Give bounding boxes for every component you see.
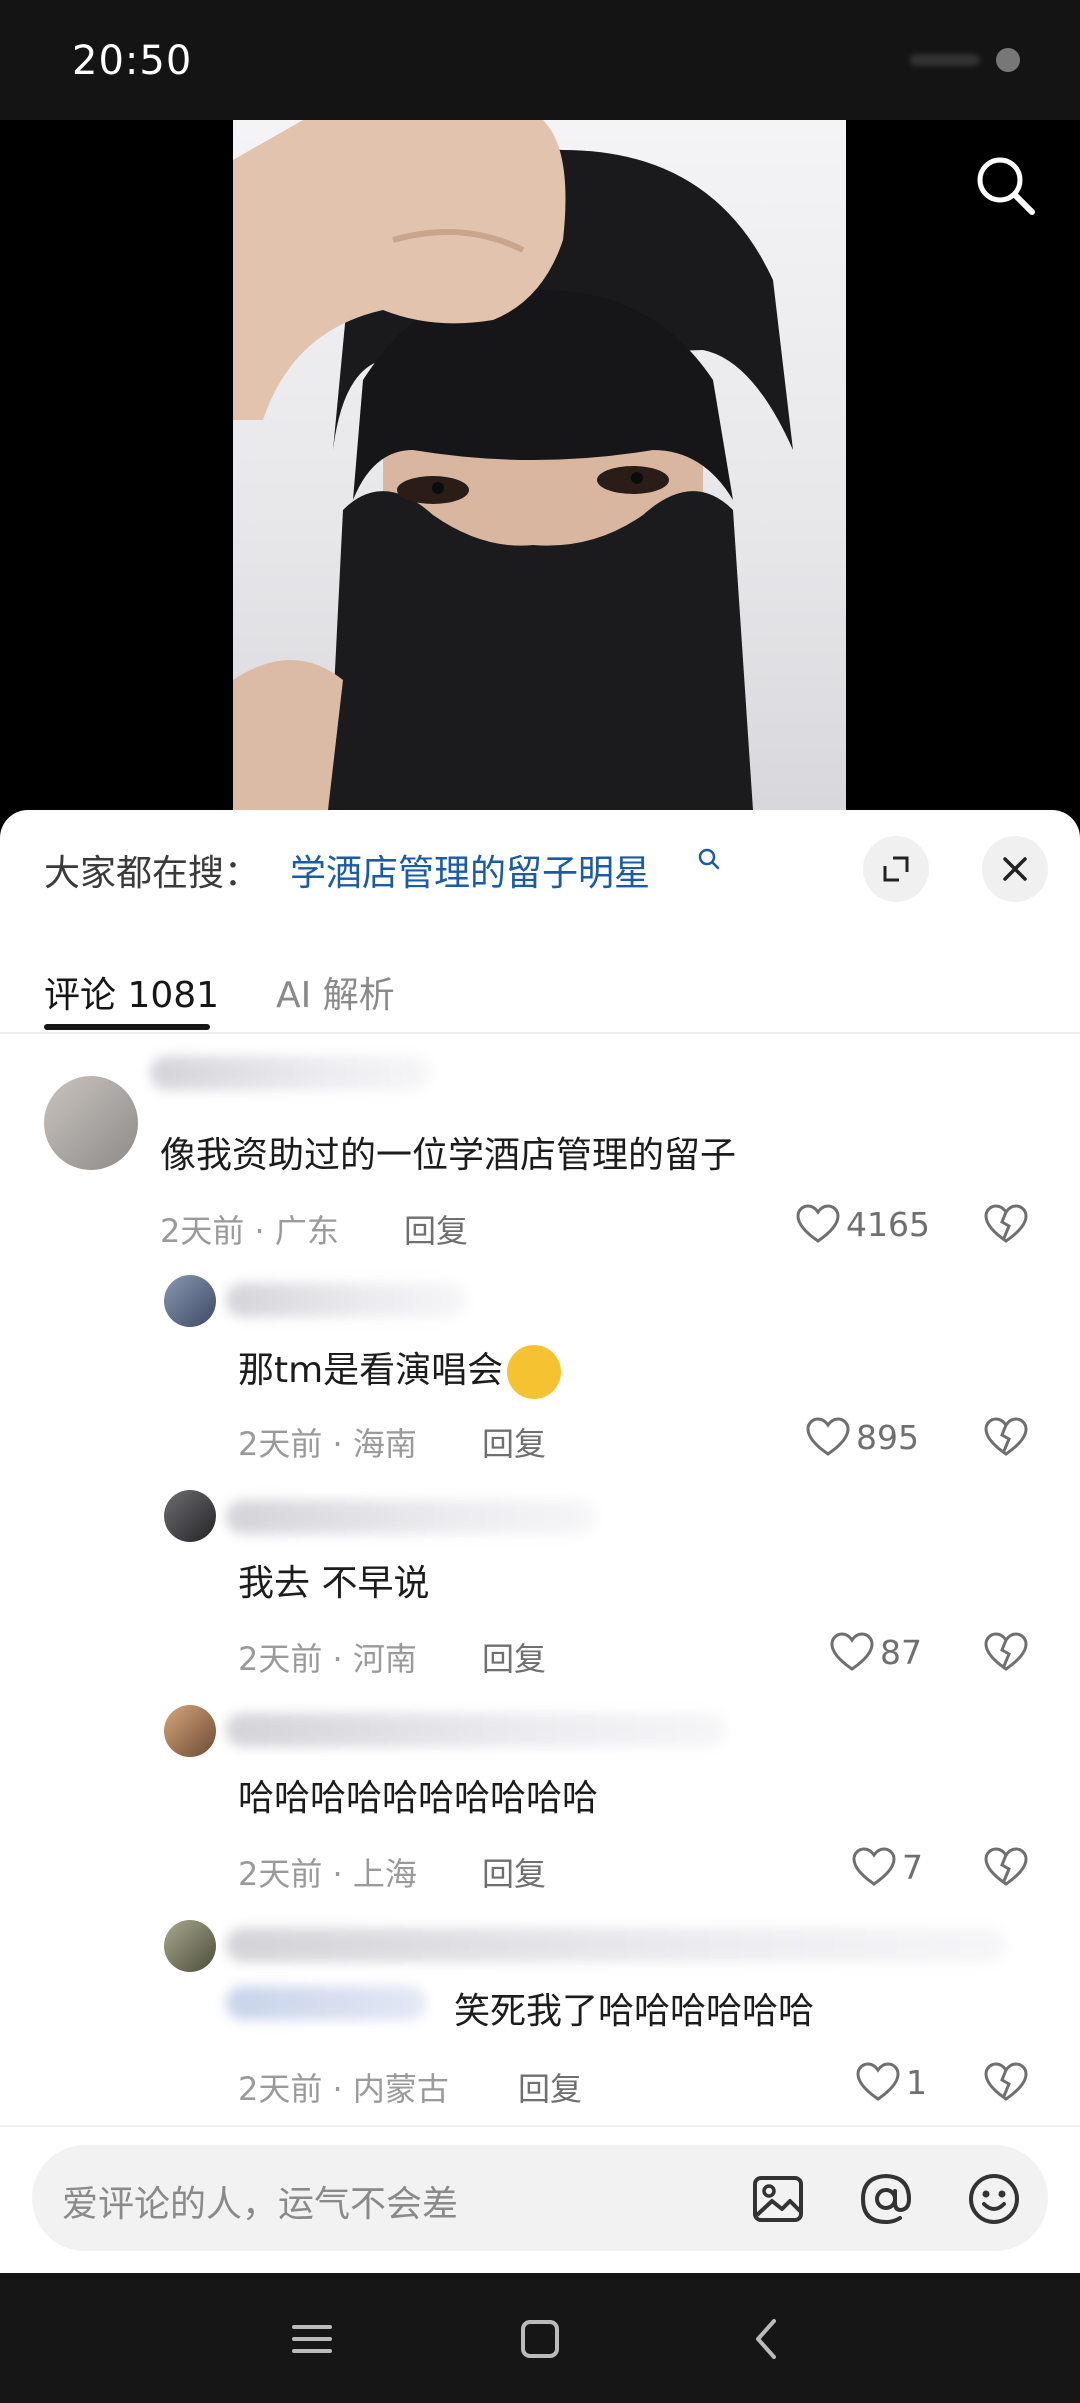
at-icon <box>860 2173 912 2225</box>
expand-icon <box>883 856 909 882</box>
comment-input-bar: 爱评论的人，运气不会差 <box>0 2125 1080 2275</box>
dislike-button[interactable] <box>984 1632 1028 1676</box>
video-area[interactable] <box>0 120 1080 810</box>
thinking-emoji-icon <box>507 1345 562 1399</box>
status-time: 20:50 <box>72 38 193 84</box>
reply-button[interactable]: 回复 <box>518 2064 582 2110</box>
like-count: 1 <box>906 2062 927 2102</box>
comment-text: 笑死我了哈哈哈哈哈哈 <box>454 1991 815 2032</box>
comment-text: 那tm是看演唱会 <box>238 1341 562 1399</box>
heart-icon <box>830 1632 874 1671</box>
reply-item[interactable]: 哈哈哈哈哈哈哈哈哈哈 2天前 · 上海 回复 7 <box>0 1695 1080 1905</box>
reply-button[interactable]: 回复 <box>404 1206 468 1252</box>
username-blurred[interactable] <box>226 1713 726 1747</box>
image-button[interactable] <box>750 2171 806 2227</box>
comment-meta: 2天前 · 上海 <box>238 1855 417 1893</box>
broken-heart-icon <box>984 1417 1028 1456</box>
broken-heart-icon <box>984 1847 1028 1886</box>
like-button[interactable]: 7 <box>852 1847 923 1887</box>
video-search-button[interactable] <box>970 150 1040 220</box>
reply-item[interactable]: 那tm是看演唱会 2天前 · 海南 回复 895 <box>0 1265 1080 1475</box>
heart-icon <box>856 2062 900 2101</box>
like-count: 4165 <box>846 1204 930 1244</box>
heart-icon <box>796 1204 840 1243</box>
username-blurred[interactable] <box>226 1500 596 1534</box>
comment-text-content: 那tm是看演唱会 <box>238 1350 504 1391</box>
like-count: 87 <box>880 1632 922 1672</box>
reply-item[interactable]: 笑死我了哈哈哈哈哈哈 2天前 · 内蒙古 回复 1 <box>0 1910 1080 2125</box>
comments-sheet: 大家都在搜： 学酒店管理的留子明星 评论 1081 AI 解析 像我资助过的一位… <box>0 810 1080 2273</box>
image-icon <box>753 2176 803 2222</box>
username-blurred[interactable] <box>226 1928 1006 1962</box>
comment-meta: 2天前 · 河南 <box>238 1640 417 1678</box>
battery-icon <box>996 48 1020 72</box>
expand-button[interactable] <box>863 836 929 902</box>
broken-heart-icon <box>984 2062 1028 2101</box>
dislike-button[interactable] <box>984 1847 1028 1891</box>
person-photo-illustration <box>233 120 793 810</box>
trending-search-label: 大家都在搜： <box>44 853 261 894</box>
close-icon <box>1003 857 1027 881</box>
tab-comments[interactable]: 评论 1081 <box>44 966 219 1018</box>
avatar[interactable] <box>44 1076 138 1170</box>
emoji-button[interactable] <box>966 2171 1022 2227</box>
avatar[interactable] <box>164 1275 216 1327</box>
emoji-icon <box>969 2174 1019 2224</box>
menu-icon <box>292 2325 332 2353</box>
avatar[interactable] <box>164 1920 216 1972</box>
reply-item[interactable]: 我去 不早说 2天前 · 河南 回复 87 <box>0 1480 1080 1690</box>
broken-heart-icon <box>984 1632 1028 1671</box>
broken-heart-icon <box>984 1204 1028 1243</box>
search-icon <box>977 157 1035 215</box>
heart-icon <box>806 1417 850 1456</box>
comment-input[interactable]: 爱评论的人，运气不会差 <box>32 2145 1048 2251</box>
trending-search-link[interactable]: 学酒店管理的留子明星 <box>290 844 650 896</box>
username-blurred[interactable] <box>150 1056 430 1090</box>
dislike-button[interactable] <box>984 1417 1028 1461</box>
like-button[interactable]: 895 <box>806 1417 919 1457</box>
dislike-button[interactable] <box>984 2062 1028 2106</box>
comment-text: 哈哈哈哈哈哈哈哈哈哈 <box>238 1778 599 1819</box>
comment-input-placeholder: 爱评论的人，运气不会差 <box>62 2184 459 2225</box>
avatar[interactable] <box>164 1705 216 1757</box>
video-photo <box>233 120 846 810</box>
reply-button[interactable]: 回复 <box>482 1849 546 1895</box>
dislike-button[interactable] <box>984 1204 1028 1248</box>
comment-meta: 2天前 · 海南 <box>238 1425 417 1463</box>
status-icons <box>900 48 1020 72</box>
comment-text: 我去 不早说 <box>238 1563 430 1604</box>
comment-text: 像我资助过的一位学酒店管理的留子 <box>160 1135 737 1176</box>
back-icon <box>756 2319 776 2359</box>
comment-meta: 2天前 · 内蒙古 <box>238 2070 449 2108</box>
system-nav-bar <box>0 2273 1080 2403</box>
nav-recent-apps-button[interactable] <box>284 2311 340 2367</box>
comment-item[interactable]: 像我资助过的一位学酒店管理的留子 2天前 · 广东 回复 4165 <box>0 1040 1080 1250</box>
username-blurred[interactable] <box>226 1283 466 1317</box>
like-button[interactable]: 87 <box>830 1632 922 1672</box>
mention-button[interactable] <box>858 2171 914 2227</box>
home-icon <box>521 2320 559 2358</box>
nav-home-button[interactable] <box>512 2311 568 2367</box>
status-bar: 20:50 <box>0 0 1080 120</box>
reply-target-blurred[interactable] <box>226 1986 426 2020</box>
status-indicators <box>910 54 980 66</box>
like-count: 7 <box>902 1847 923 1887</box>
comment-meta: 2天前 · 广东 <box>160 1212 339 1250</box>
reply-button[interactable]: 回复 <box>482 1419 546 1465</box>
comment-tabs: 评论 1081 AI 解析 <box>0 950 1080 1034</box>
active-tab-indicator <box>44 1024 210 1030</box>
sheet-header: 大家都在搜： 学酒店管理的留子明星 <box>0 810 1080 920</box>
like-button[interactable]: 1 <box>856 2062 927 2102</box>
tab-ai-analysis[interactable]: AI 解析 <box>276 966 395 1018</box>
like-button[interactable]: 4165 <box>796 1204 930 1244</box>
close-button[interactable] <box>982 836 1048 902</box>
like-count: 895 <box>856 1417 919 1457</box>
reply-button[interactable]: 回复 <box>482 1634 546 1680</box>
small-search-icon <box>698 848 720 870</box>
avatar[interactable] <box>164 1490 216 1542</box>
heart-icon <box>852 1847 896 1886</box>
nav-back-button[interactable] <box>740 2311 796 2367</box>
